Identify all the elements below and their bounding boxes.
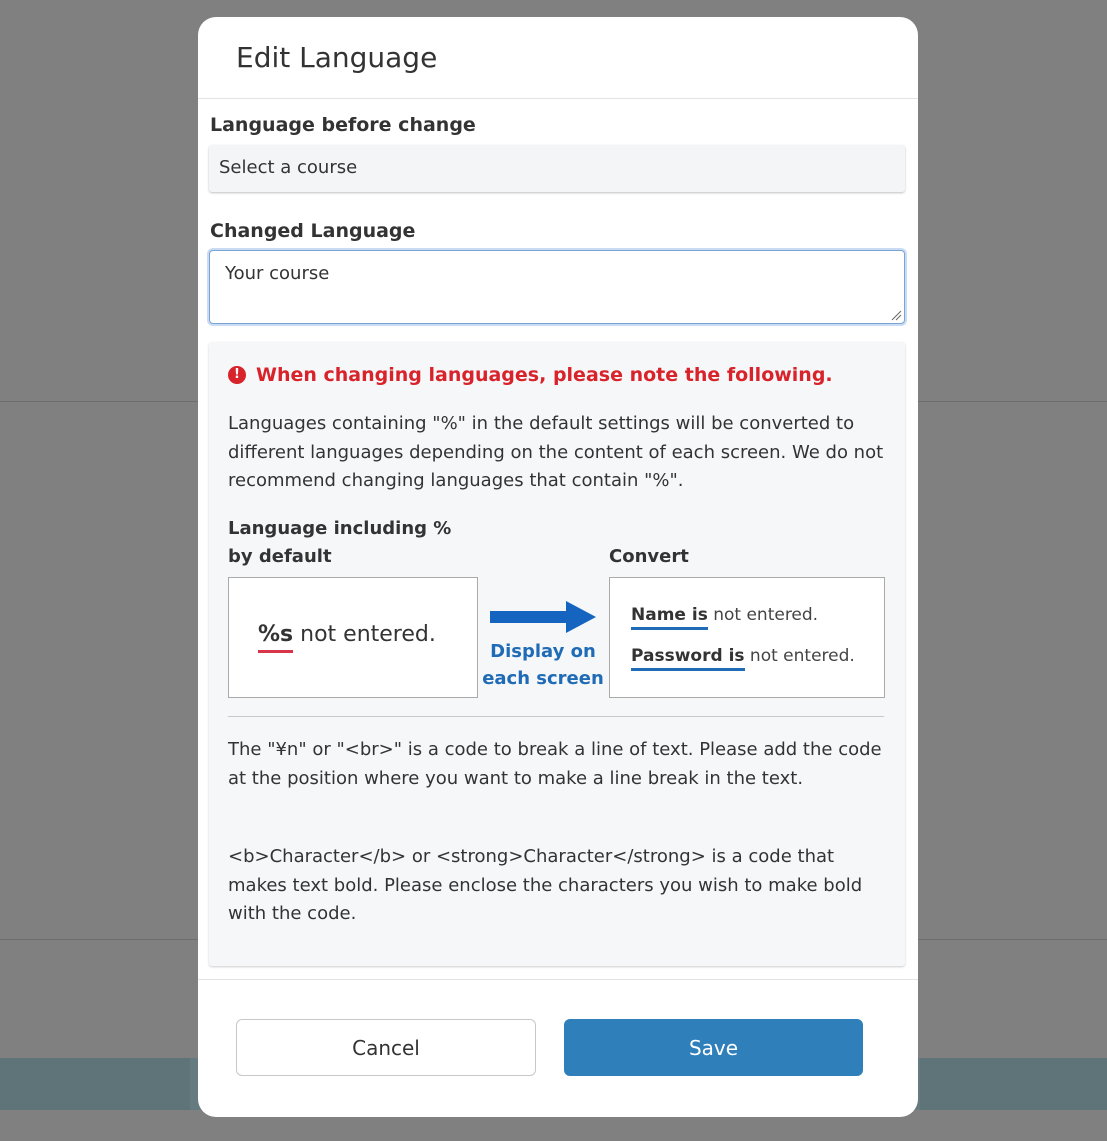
converted-example-row2: Password is not entered. [631,646,855,671]
language-before-value: Select a course [219,157,358,178]
warning-text: When changing languages, please note the… [256,364,833,386]
default-language-label-line2: by default [228,546,332,567]
line-break-paragraph: The "¥n" or "<br>" is a code to break a … [228,739,882,789]
default-example-rest: not entered. [300,622,436,647]
arrow-caption-line2: each screen [482,668,604,689]
bold-code-paragraph: <b>Character</b> or <strong>Character</s… [228,846,863,925]
default-example-text: %s not entered. [258,622,436,653]
converted-password-token: Password is [631,646,745,671]
right-arrow-icon [490,601,596,633]
default-language-label-line1: Language including % [228,518,452,539]
changed-language-label: Changed Language [210,220,416,242]
edit-language-dialog: Edit Language Language before change Sel… [198,17,918,1117]
footer-divider [198,979,918,980]
resize-grip-icon[interactable] [890,309,902,321]
converted-row2-rest: not entered. [749,646,855,666]
dialog-header: Edit Language [198,17,918,99]
language-notice-panel: ! When changing languages, please note t… [209,342,905,966]
changed-language-textarea[interactable]: Your course [209,250,905,324]
exclamation-circle-icon: ! [228,366,246,384]
default-language-label: Language including % by default [228,515,451,571]
language-before-label: Language before change [210,114,476,136]
percent-notice-paragraph: Languages containing "%" in the default … [228,413,884,492]
converted-example-row1: Name is not entered. [631,605,819,630]
default-example-box: %s not entered. [228,577,478,698]
save-button[interactable]: Save [564,1019,863,1076]
changed-language-value: Your course [225,263,330,284]
arrow-caption: Display on each screen [479,638,607,692]
placeholder-token: %s [258,622,294,653]
convert-label: Convert [609,546,689,567]
notice-divider [228,716,884,717]
language-before-select[interactable]: Select a course [209,145,905,192]
dialog-title: Edit Language [236,41,438,74]
converted-row1-rest: not entered. [713,605,819,625]
arrow-caption-line1: Display on [490,641,596,662]
cancel-button[interactable]: Cancel [236,1019,536,1076]
converted-name-token: Name is [631,605,708,630]
converted-example-box: Name is not entered. Password is not ent… [609,577,885,698]
warning-row: ! When changing languages, please note t… [228,364,833,386]
